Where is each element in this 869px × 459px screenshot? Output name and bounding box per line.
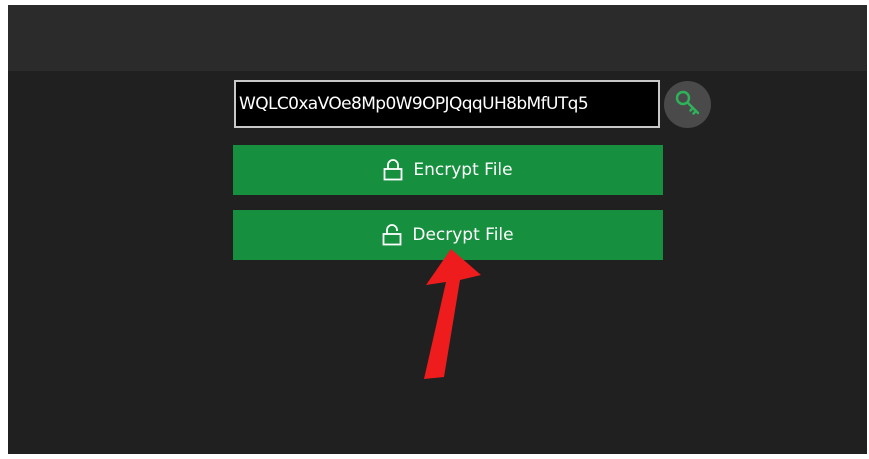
lock-icon xyxy=(383,159,403,181)
key-input[interactable] xyxy=(234,80,660,128)
key-icon xyxy=(674,89,702,121)
generate-key-button[interactable] xyxy=(664,81,711,128)
encrypt-file-label: Encrypt File xyxy=(413,160,513,180)
app-window: Encrypt File Decrypt File xyxy=(8,5,867,454)
decrypt-file-label: Decrypt File xyxy=(412,225,514,245)
unlock-icon xyxy=(382,224,402,246)
red-arrow xyxy=(424,249,481,379)
title-bar xyxy=(8,5,867,71)
encrypt-file-button[interactable]: Encrypt File xyxy=(233,145,663,195)
